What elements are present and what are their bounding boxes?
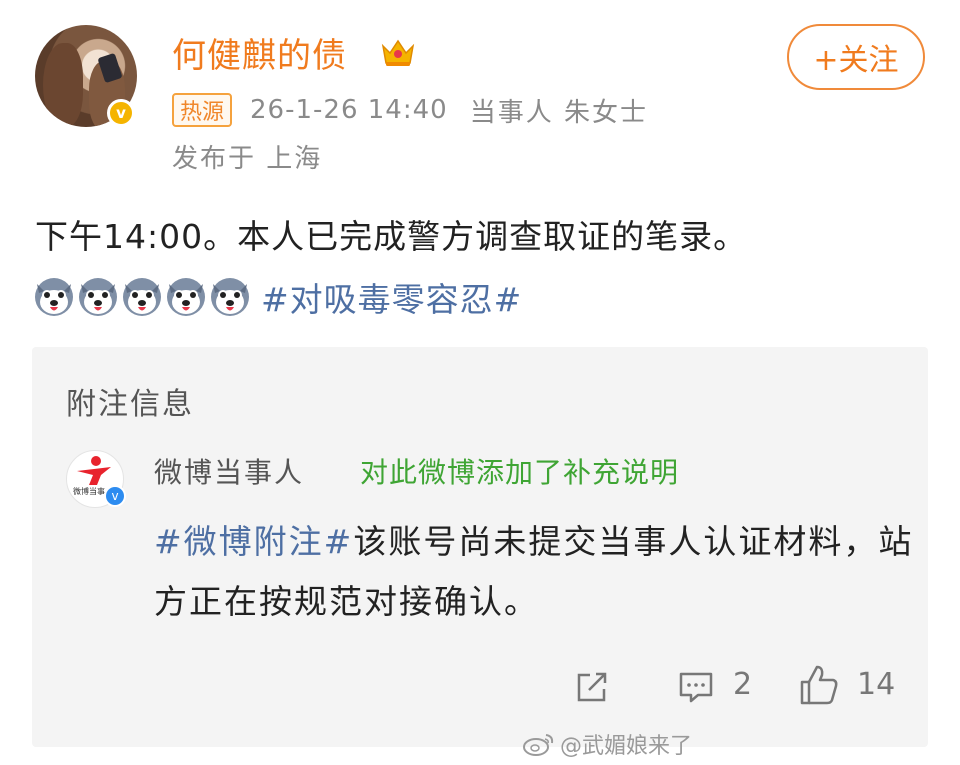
post-text: 下午14:00。本人已完成警方调查取证的笔录。 [35, 217, 748, 256]
note-content: #微博附注#该账号尚未提交当事人认证材料，站方正在按规范对接确认。 [154, 512, 914, 632]
post-time: 26-1-26 14:40 [250, 95, 448, 125]
follow-button[interactable]: +关注 [787, 24, 925, 90]
post-location: 发布于 上海 [172, 144, 323, 174]
hot-tag: 热源 [172, 93, 233, 127]
husky-emoji-icon [211, 278, 249, 316]
weibo-logo-icon [523, 734, 554, 756]
post-source: 当事人 朱女士 [469, 97, 648, 128]
husky-emoji-icon [123, 278, 161, 316]
post-hashtag[interactable]: #对吸毒零容忍# [261, 273, 522, 321]
watermark-text: @武媚娘来了 [560, 734, 693, 759]
emoji-row: #对吸毒零容忍# [33, 273, 522, 321]
comment-icon[interactable] [676, 667, 716, 707]
verified-badge-icon: v [107, 99, 135, 127]
username[interactable]: 何健麒的债 [172, 28, 347, 77]
husky-emoji-icon [35, 278, 73, 316]
note-hashtag[interactable]: #微博附注# [154, 522, 353, 561]
husky-emoji-icon [167, 278, 205, 316]
like-count[interactable]: 14 [857, 667, 895, 702]
note-action-text: 对此微博添加了补充说明 [360, 456, 680, 489]
comment-count[interactable]: 2 [733, 667, 752, 702]
note-author[interactable]: 微博当事人 [154, 451, 304, 491]
post-meta: 热源 26-1-26 14:40 当事人 朱女士 [172, 92, 648, 128]
husky-emoji-icon [79, 278, 117, 316]
note-card: 附注信息 微博当事 v 微博当事人 对此微博添加了补充说明 #微博附注#该账号尚… [32, 347, 928, 747]
note-header: 附注信息 [66, 387, 194, 422]
weibo-post: v 何健麒的债 +关注 热源 26-1-26 14:40 当事人 朱女士 发布于… [0, 0, 960, 765]
avatar-hair [43, 43, 83, 127]
like-icon[interactable] [798, 663, 840, 707]
share-icon[interactable] [572, 667, 612, 707]
watermark: @武媚娘来了 [522, 728, 692, 760]
verified-blue-icon: v [104, 485, 126, 507]
crown-icon [381, 39, 415, 66]
logo-text: 微博当事 [73, 487, 105, 496]
